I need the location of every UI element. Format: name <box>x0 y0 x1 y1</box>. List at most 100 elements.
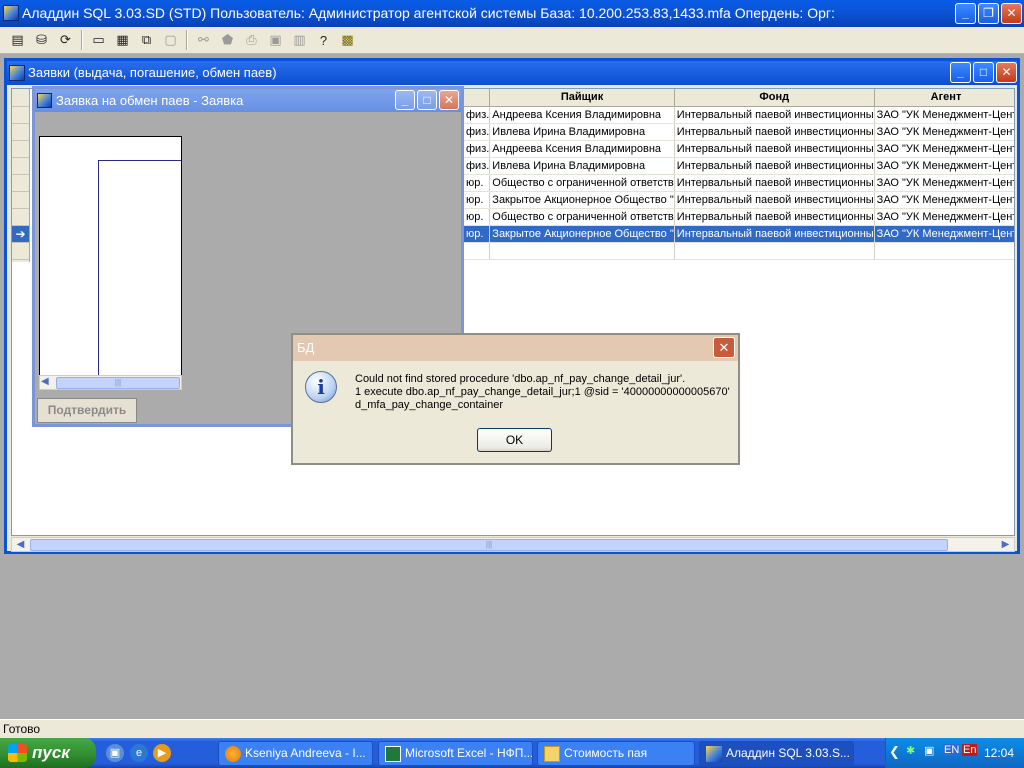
window-single-icon[interactable]: ▭ <box>87 29 110 51</box>
cell-agent[interactable]: ЗАО "УК Менеджмент-Цент <box>874 225 1014 243</box>
cell-fund[interactable]: Интервальный паевой инвестиционны <box>674 208 875 226</box>
tray-network-icon[interactable]: ✱ <box>906 744 915 757</box>
cell-fund[interactable]: Интервальный паевой инвестиционны <box>674 106 875 124</box>
window-cascade-icon[interactable]: ⧉ <box>135 29 158 51</box>
table-row[interactable]: юр. Закрытое Акционерное Общество " Интерв… <box>464 191 1014 209</box>
obmen-title-bar[interactable]: Заявка на обмен паев - Заявка _ □ ✕ <box>35 89 461 112</box>
cell-agent[interactable] <box>874 242 1014 260</box>
confirm-button[interactable]: Подтвердить <box>37 398 137 423</box>
table-row[interactable]: физ. Ивлева Ирина Владимировна Интервальны… <box>464 123 1014 141</box>
table-row[interactable]: физ. Андреева Ксения Владимировна Интервал… <box>464 106 1014 124</box>
cell-agent[interactable]: ЗАО "УК Менеджмент-Цент <box>874 106 1014 124</box>
minimize-button[interactable]: _ <box>955 3 976 24</box>
save-icon[interactable]: ▣ <box>264 29 287 51</box>
cell-shareholder[interactable]: Ивлева Ирина Владимировна <box>489 157 675 175</box>
table-row[interactable]: юр. Закрытое Акционерное Общество " Интерв… <box>464 225 1014 243</box>
cell-fund[interactable]: Интервальный паевой инвестиционны <box>674 225 875 243</box>
close-button[interactable]: ✕ <box>439 90 459 110</box>
help-icon[interactable]: ? <box>312 29 335 51</box>
cell-agent[interactable]: ЗАО "УК Менеджмент-Цент <box>874 208 1014 226</box>
zayavki-title-bar[interactable]: Заявки (выдача, погашение, обмен паев) _… <box>7 61 1017 85</box>
cell-type[interactable]: юр. <box>464 174 491 192</box>
cell-agent[interactable]: ЗАО "УК Менеджмент-Цент <box>874 157 1014 175</box>
cell-shareholder[interactable]: Закрытое Акционерное Общество " <box>489 191 675 209</box>
taskbar-item-excel[interactable]: Microsoft Excel - НФП... <box>378 741 533 766</box>
cell-type[interactable]: физ. <box>464 123 491 141</box>
close-button[interactable]: ✕ <box>996 62 1017 83</box>
minimize-button[interactable]: _ <box>950 62 971 83</box>
start-button[interactable]: пуск <box>0 738 96 768</box>
table-row[interactable]: физ. Ивлева Ирина Владимировна Интервальны… <box>464 157 1014 175</box>
scroll-thumb[interactable]: ||| <box>56 377 180 389</box>
cell-type[interactable]: физ. <box>464 106 491 124</box>
tray-monitor-icon[interactable]: ▣ <box>924 744 934 757</box>
calendar-icon[interactable]: ▥ <box>288 29 311 51</box>
app-settings-icon[interactable]: ▩ <box>336 29 359 51</box>
cell-type[interactable]: физ. <box>464 140 491 158</box>
keyboard-layout-indicator[interactable]: En <box>962 744 978 756</box>
column-header-shareholder[interactable]: Пайщик <box>489 89 675 107</box>
tag-icon[interactable]: ⬟ <box>216 29 239 51</box>
cell-fund[interactable]: Интервальный паевой инвестиционны <box>674 140 875 158</box>
binoculars-icon[interactable]: ⚯ <box>192 29 215 51</box>
dialog-close-button[interactable]: ✕ <box>713 337 735 358</box>
table-row[interactable]: юр. Общество с ограниченной ответств Интер… <box>464 174 1014 192</box>
cell-type[interactable]: юр. <box>464 225 491 243</box>
cell-shareholder[interactable]: Ивлева Ирина Владимировна <box>489 123 675 141</box>
quicklaunch-media-icon[interactable]: ▶ <box>153 744 171 762</box>
cell-agent[interactable]: ЗАО "УК Менеджмент-Цент <box>874 123 1014 141</box>
column-header-fund[interactable]: Фонд <box>674 89 875 107</box>
print-preview-area[interactable] <box>39 136 182 389</box>
cell-type[interactable]: физ. <box>464 157 491 175</box>
cell-fund[interactable]: Интервальный паевой инвестиционны <box>674 174 875 192</box>
cell-agent[interactable]: ЗАО "УК Менеджмент-Цент <box>874 191 1014 209</box>
refresh-icon[interactable]: ⟳ <box>54 29 77 51</box>
cell-shareholder[interactable]: Закрытое Акционерное Общество " <box>489 225 675 243</box>
document-icon[interactable]: ▤ <box>6 29 29 51</box>
scroll-left-icon[interactable]: ◀ <box>41 376 49 387</box>
tray-expand-icon[interactable]: ❮ <box>889 744 900 760</box>
cell-type[interactable]: юр. <box>464 191 491 209</box>
cell-fund[interactable]: Интервальный паевой инвестиционны <box>674 191 875 209</box>
window-tile-icon[interactable]: ▦ <box>111 29 134 51</box>
preview-horizontal-scrollbar[interactable]: ◀ ||| <box>39 375 182 390</box>
taskbar-item-folder[interactable]: Стоимость пая <box>537 741 695 766</box>
cell-shareholder[interactable]: Андреева Ксения Владимировна <box>489 140 675 158</box>
cell-shareholder[interactable]: Общество с ограниченной ответств <box>489 208 675 226</box>
maximize-button[interactable]: □ <box>417 90 437 110</box>
cell-type[interactable]: юр. <box>464 208 491 226</box>
minimize-button[interactable]: _ <box>395 90 415 110</box>
cell-shareholder[interactable] <box>489 242 675 260</box>
database-icon[interactable]: ⛁ <box>30 29 53 51</box>
quicklaunch-ie-icon[interactable]: e <box>130 744 148 762</box>
cell-agent[interactable]: ЗАО "УК Менеджмент-Цент <box>874 174 1014 192</box>
zayavki-horizontal-scrollbar[interactable]: ◀ ||| ▶ <box>11 537 1015 552</box>
cell-shareholder[interactable]: Андреева Ксения Владимировна <box>489 106 675 124</box>
taskbar-item-aladdin[interactable]: Аладдин SQL 3.03.S... <box>699 741 854 766</box>
dialog-title-bar[interactable]: БД ✕ <box>293 335 738 361</box>
scroll-left-icon[interactable]: ◀ <box>13 538 28 551</box>
column-header-agent[interactable]: Агент <box>874 89 1014 107</box>
cell-type[interactable] <box>464 242 491 260</box>
column-header-type[interactable] <box>464 89 491 107</box>
restore-button[interactable]: ❐ <box>978 3 999 24</box>
ok-button[interactable]: OK <box>477 428 552 452</box>
cell-shareholder[interactable]: Общество с ограниченной ответств <box>489 174 675 192</box>
taskbar-item-browser[interactable]: Kseniya Andreeva - I... <box>218 741 373 766</box>
cell-fund[interactable] <box>674 242 875 260</box>
close-button[interactable]: ✕ <box>1001 3 1022 24</box>
table-row[interactable] <box>464 242 1014 260</box>
language-indicator[interactable]: EN <box>943 744 961 756</box>
cell-agent[interactable]: ЗАО "УК Менеджмент-Цент <box>874 140 1014 158</box>
printer-icon[interactable]: ⎙ <box>240 29 263 51</box>
cell-fund[interactable]: Интервальный паевой инвестиционны <box>674 157 875 175</box>
scroll-right-icon[interactable]: ▶ <box>998 538 1013 551</box>
maximize-button[interactable]: □ <box>973 62 994 83</box>
window-arrange-icon[interactable]: ▢ <box>159 29 182 51</box>
table-row[interactable]: юр. Общество с ограниченной ответств Интер… <box>464 208 1014 226</box>
cell-fund[interactable]: Интервальный паевой инвестиционны <box>674 123 875 141</box>
quicklaunch-desktop-icon[interactable]: ▣ <box>106 744 124 762</box>
scroll-thumb[interactable]: ||| <box>30 539 948 551</box>
zayavki-table: Пайщик Фонд Агент физ. Андреева Ксения Вл… <box>464 89 1014 260</box>
table-row[interactable]: физ. Андреева Ксения Владимировна Интервал… <box>464 140 1014 158</box>
